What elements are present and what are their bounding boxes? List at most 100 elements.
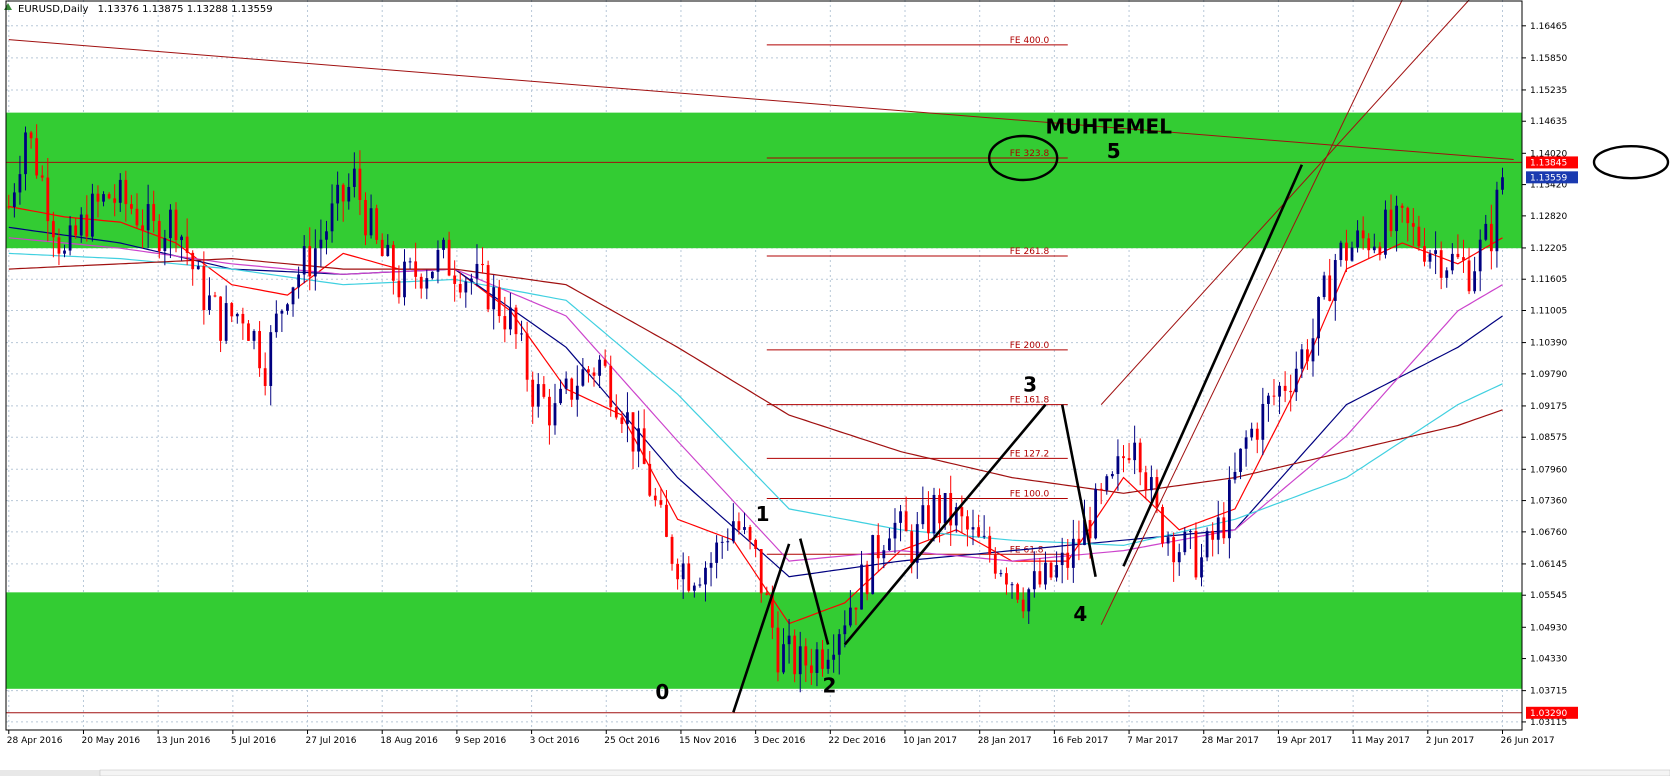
candle-body — [570, 378, 574, 400]
candle-body — [1222, 517, 1226, 539]
candle-body — [871, 535, 875, 595]
y-tick-label: 1.09790 — [1530, 370, 1567, 380]
candle-body — [102, 194, 105, 202]
fib-level-label: FE 400.0 — [1010, 36, 1050, 46]
candle-body — [403, 261, 406, 298]
candle-body — [325, 231, 328, 240]
candle-body — [865, 564, 869, 595]
candle-body — [185, 236, 189, 253]
x-tick-label: 22 Dec 2016 — [828, 736, 886, 746]
y-tick-label: 1.09175 — [1530, 402, 1567, 412]
candle-body — [698, 584, 702, 586]
y-tick-label: 1.08575 — [1530, 433, 1567, 443]
y-tick-label: 1.07960 — [1530, 465, 1567, 475]
candle-body — [1077, 538, 1081, 546]
candle-body — [692, 585, 696, 591]
x-tick-label: 13 Jun 2016 — [156, 736, 210, 746]
y-tick-label: 1.11005 — [1530, 307, 1567, 317]
candle-body — [648, 463, 652, 496]
ohlc-values: 1.13376 1.13875 1.13288 1.13559 — [98, 4, 273, 15]
y-tick-label: 1.03115 — [1530, 718, 1567, 728]
candle-body — [196, 266, 200, 270]
fib-level-label: FE 127.2 — [1010, 449, 1050, 459]
candle-body — [876, 535, 880, 559]
y-tick-label: 1.11605 — [1530, 275, 1567, 285]
candle-body — [927, 505, 930, 534]
price-chart[interactable]: FE 400.0 FE 323.8 FE 261.8 FE 200.0 FE 161.8… — [0, 0, 1670, 776]
candle-body — [1462, 257, 1465, 261]
candle-body — [1021, 599, 1025, 612]
x-tick-label: 10 Jan 2017 — [903, 736, 957, 746]
candle-body — [1005, 573, 1008, 585]
y-tick-label: 1.12205 — [1530, 244, 1567, 254]
candle-body — [715, 542, 719, 563]
candle-body — [1384, 209, 1387, 255]
candle-body — [1411, 223, 1415, 227]
candle-body — [854, 607, 858, 610]
candle-body — [1255, 428, 1259, 440]
y-tick-label: 1.04930 — [1530, 623, 1567, 633]
candle-body — [832, 654, 836, 660]
candle-body — [1328, 275, 1332, 301]
x-tick-label: 7 Mar 2017 — [1127, 736, 1178, 746]
candle-body — [1339, 242, 1343, 261]
wave-label: 3 — [1023, 373, 1037, 397]
scrollbar-thumb[interactable] — [99, 769, 1670, 776]
x-tick-label: 9 Sep 2016 — [455, 736, 507, 746]
candle-body — [1066, 552, 1070, 568]
price-tag-label: 1.03290 — [1530, 709, 1567, 719]
candle-body — [241, 313, 245, 324]
candle-body — [665, 504, 668, 537]
candle-body — [821, 649, 824, 669]
x-tick-label: 3 Oct 2016 — [530, 736, 580, 746]
candle-body — [1239, 448, 1242, 472]
y-tick-label: 1.14635 — [1530, 117, 1567, 127]
candle-body — [971, 527, 975, 530]
candle-body — [809, 665, 813, 674]
candle-body — [492, 287, 496, 310]
candle-body — [1149, 477, 1153, 491]
candle-body — [1188, 531, 1192, 533]
candle-body — [548, 396, 551, 426]
y-tick-label: 1.10390 — [1530, 339, 1567, 349]
candle-body — [1417, 226, 1421, 247]
candle-body — [759, 548, 763, 594]
candle-body — [581, 369, 585, 386]
candle-body — [1044, 562, 1047, 585]
candle-body — [1473, 271, 1477, 292]
candle-body — [1211, 530, 1215, 540]
candle-body — [1161, 506, 1164, 544]
candle-body — [1183, 531, 1187, 553]
candle-body — [1501, 177, 1504, 190]
candle-body — [904, 511, 908, 532]
candle-body — [1300, 349, 1304, 369]
price-tag-label: 1.13559 — [1530, 173, 1567, 183]
candle-body — [1428, 253, 1432, 262]
candle-body — [1350, 247, 1354, 261]
candle-body — [464, 281, 468, 293]
candle-body — [313, 248, 317, 277]
chart-window[interactable]: FE 400.0 FE 323.8 FE 261.8 FE 200.0 FE 161.8… — [0, 0, 1670, 776]
candle-body — [1261, 403, 1265, 440]
candle-body — [1278, 385, 1281, 397]
candle-body — [291, 287, 295, 305]
candle-body — [731, 521, 735, 542]
candle-body — [1105, 476, 1109, 491]
candle-body — [430, 271, 434, 279]
candle-body — [798, 646, 802, 675]
candle-body — [1094, 488, 1098, 539]
candle-body — [24, 132, 27, 175]
candle-body — [737, 521, 741, 530]
candle-body — [520, 333, 523, 335]
candle-body — [509, 307, 512, 330]
x-tick-label: 2 Jun 2017 — [1426, 736, 1474, 746]
candle-body — [79, 214, 83, 236]
candle-body — [497, 287, 501, 317]
candle-body — [258, 331, 261, 369]
candle-body — [280, 310, 284, 314]
candle-body — [364, 199, 367, 236]
candle-body — [1406, 207, 1410, 224]
y-tick-label: 1.04330 — [1530, 655, 1567, 665]
candle-body — [743, 527, 746, 530]
x-tick-label: 20 May 2016 — [81, 736, 140, 746]
